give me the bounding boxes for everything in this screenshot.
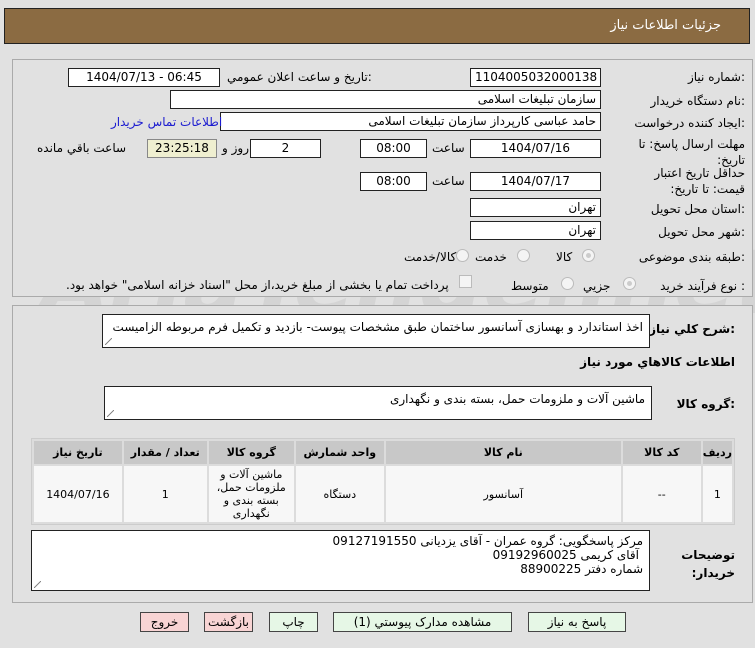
cell-group: ماشین آلات و ملزومات حمل، بسته بندی و نگ… [208, 466, 294, 522]
page-title: جزئیات اطلاعات نیاز [610, 18, 721, 33]
deadline-time-field[interactable]: 08:00 [360, 139, 427, 158]
creator-field[interactable]: حامد عباسی کارپرداز سازمان تبلیغات اسلام… [220, 112, 601, 131]
table-header-row: ردیف کد کالا نام کالا واحد شمارش گروه کا… [34, 441, 732, 464]
col-header-unit: واحد شمارش [295, 441, 384, 464]
deadline-time-label: ساعت [432, 141, 465, 155]
notes-line: مرکز پاسخگویی: گروه عمران - آقای یزدیانی… [332, 534, 643, 548]
process-radio-minor[interactable] [623, 277, 636, 290]
description-textarea[interactable]: اخذ استاندارد و بهسازی آسانسور ساختمان ط… [102, 314, 650, 348]
deadline-date-field[interactable]: 1404/07/16 [470, 139, 601, 158]
buyer-label: نام دستگاه خریدار: [650, 94, 746, 108]
validity-date-field[interactable]: 1404/07/17 [470, 172, 601, 191]
goods-group-textarea[interactable]: ماشین آلات و ملزومات حمل، بسته بندی و نگ… [104, 386, 652, 420]
col-header-code: کد کالا [622, 441, 701, 464]
page-header: جزئیات اطلاعات نیاز [4, 8, 750, 44]
cell-unit: دستگاه [295, 466, 384, 522]
category-option-both: کالا/خدمت [404, 250, 457, 264]
cell-code: -- [622, 466, 701, 522]
cell-name: آسانسور [385, 466, 621, 522]
reply-button[interactable]: پاسخ به نیاز [528, 612, 626, 632]
buyer-notes-label: توضیحات خریدار: [681, 548, 735, 580]
need-number-field[interactable]: 1104005032000138 [470, 68, 601, 87]
notes-line: آقای کریمی 09192960025 [492, 548, 639, 562]
description-label: شرح کلي نیاز: [649, 322, 735, 336]
treasury-payment-checkbox[interactable] [459, 275, 472, 288]
col-header-date: تاریخ نیاز [34, 441, 122, 464]
process-option-medium: متوسط [511, 279, 549, 293]
goods-table: ردیف کد کالا نام کالا واحد شمارش گروه کا… [31, 438, 735, 525]
remaining-time-field: 23:25:18 [147, 139, 217, 158]
col-header-quantity: تعداد / مقدار [123, 441, 207, 464]
days-field[interactable]: 2 [250, 139, 321, 158]
col-header-row-number: ردیف [702, 441, 732, 464]
buyer-notes-textarea[interactable]: مرکز پاسخگویی: گروه عمران - آقای یزدیانی… [31, 530, 650, 591]
category-radio-goods[interactable] [582, 249, 595, 262]
category-radio-service[interactable] [517, 249, 530, 262]
notes-line: شماره دفتر 88900225 [520, 562, 643, 576]
category-option-goods: کالا [556, 250, 573, 264]
table-row: 1 -- آسانسور دستگاه ماشین آلات و ملزومات… [34, 466, 732, 522]
city-field[interactable]: تهران [470, 221, 601, 240]
category-option-service: خدمت [475, 250, 507, 264]
process-radio-medium[interactable] [561, 277, 574, 290]
cell-date: 1404/07/16 [34, 466, 122, 522]
category-label: طبقه بندی موضوعی: [638, 250, 745, 264]
goods-info-heading: اطلاعات کالاهاي مورد نیاز [580, 355, 735, 369]
validity-time-field[interactable]: 08:00 [360, 172, 427, 191]
announce-label: تاریخ و ساعت اعلان عمومي: [227, 70, 372, 84]
category-radio-both[interactable] [456, 249, 469, 262]
process-label: نوع فرآیند خرید : [660, 279, 745, 293]
back-button[interactable]: بازگشت [204, 612, 253, 632]
buyer-field[interactable]: سازمان تبلیغات اسلامی [170, 90, 601, 109]
need-number-label: شماره نیاز: [687, 70, 745, 84]
city-label: شهر محل تحویل: [658, 225, 745, 239]
province-field[interactable]: تهران [470, 198, 601, 217]
validity-time-label: ساعت [432, 174, 465, 188]
contact-buyer-link[interactable]: اطلاعات تماس خریدار [111, 115, 222, 129]
announce-field[interactable]: 1404/07/13 - 06:45 [68, 68, 220, 87]
process-option-minor: جزیي [583, 279, 611, 293]
deadline-label: مهلت ارسال پاسخ: تا تاریخ: [638, 137, 745, 167]
view-attachments-button[interactable]: مشاهده مدارک پیوستي (1) [333, 612, 512, 632]
payment-note: پرداخت تمام یا بخشی از مبلغ خرید،از محل … [66, 278, 449, 292]
validity-label: حداقل تاریخ اعتبار قیمت: تا تاریخ: [654, 166, 745, 196]
cell-quantity: 1 [123, 466, 207, 522]
col-header-group: گروه کالا [208, 441, 294, 464]
province-label: استان محل تحویل: [650, 202, 745, 216]
print-button[interactable]: چاپ [269, 612, 318, 632]
remaining-label: ساعت باقي مانده [37, 141, 127, 155]
cell-row-number: 1 [702, 466, 732, 522]
exit-button[interactable]: خروج [140, 612, 189, 632]
days-label: روز و [222, 141, 249, 155]
goods-group-label: گروه کالا: [676, 397, 735, 411]
col-header-name: نام کالا [385, 441, 621, 464]
creator-label: ایجاد کننده درخواست: [634, 116, 745, 130]
